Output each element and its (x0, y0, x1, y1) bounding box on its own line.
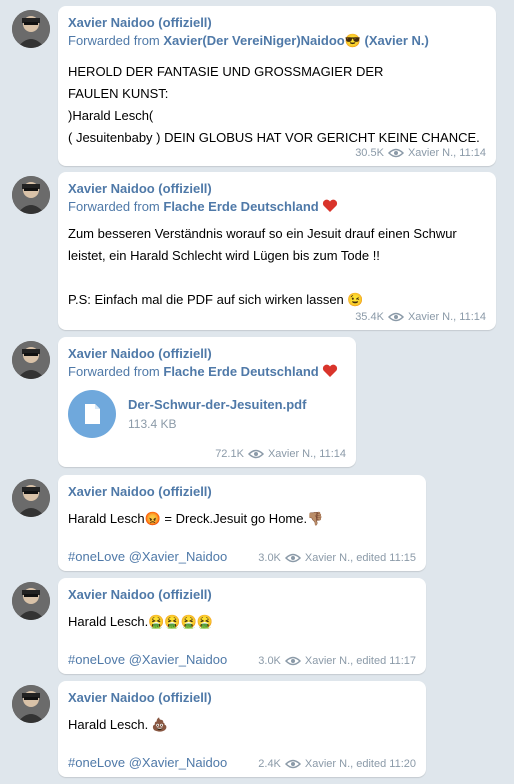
views-eye-icon (284, 553, 301, 563)
hashtags-link[interactable]: #oneLove @Xavier_Naidoo (68, 652, 227, 667)
forwarded-header: Forwarded from Flache Erde Deutschland (68, 362, 346, 382)
message-1: Xavier Naidoo (offiziell) Forwarded from… (0, 6, 514, 166)
view-count: 35.4K (355, 311, 384, 323)
forwarded-source-link[interactable]: Flache Erde Deutschland (163, 199, 318, 214)
forwarded-source-link[interactable]: Xavier(Der VereiNiger)Naidoo😎 (Xavier N.… (163, 33, 428, 48)
message-2: Xavier Naidoo (offiziell) Forwarded from… (0, 172, 514, 330)
heart-icon (323, 199, 338, 212)
file-name-link[interactable]: Der-Schwur-der-Jesuiten.pdf (128, 395, 306, 415)
message-bubble: Xavier Naidoo (offiziell) Harald Lesch. … (58, 681, 426, 777)
views-eye-icon (387, 148, 404, 158)
view-count: 72.1K (215, 448, 244, 460)
heart-icon (323, 364, 338, 377)
message-text: Harald Lesch.🤮🤮🤮🤮 (68, 614, 213, 629)
forwarded-prefix: Forwarded from (68, 199, 164, 214)
text-line: Zum besseren Verständnis worauf so ein J… (68, 226, 457, 241)
message-3: Xavier Naidoo (offiziell) Forwarded from… (0, 337, 514, 467)
views-eye-icon (387, 312, 404, 322)
file-attachment[interactable]: Der-Schwur-der-Jesuiten.pdf 113.4 KB (68, 390, 346, 438)
hashtags-link[interactable]: #oneLove @Xavier_Naidoo (68, 549, 227, 564)
message-text: Harald Lesch. 💩 (68, 717, 169, 732)
message-meta: 72.1K Xavier N., 11:14 (215, 448, 346, 460)
message-bubble: Xavier Naidoo (offiziell) Harald Lesch.🤮… (58, 578, 426, 674)
sender-name[interactable]: Xavier Naidoo (offiziell) (68, 689, 416, 706)
forwarded-prefix: Forwarded from (68, 33, 164, 48)
file-size: 113.4 KB (128, 417, 177, 431)
text-line: P.S: Einfach mal die PDF auf sich wirken… (68, 292, 364, 307)
text-line: FAULEN KUNST: (68, 86, 169, 101)
avatar[interactable] (12, 582, 50, 620)
document-icon[interactable] (68, 390, 116, 438)
message-bubble: Xavier Naidoo (offiziell) Forwarded from… (58, 337, 356, 467)
message-5: Xavier Naidoo (offiziell) Harald Lesch.🤮… (0, 578, 514, 674)
message-bubble: Xavier Naidoo (offiziell) Forwarded from… (58, 6, 496, 166)
avatar[interactable] (12, 479, 50, 517)
message-bubble: Xavier Naidoo (offiziell) Forwarded from… (58, 172, 496, 330)
message-4: Xavier Naidoo (offiziell) Harald Lesch😡 … (0, 475, 514, 571)
forwarded-header: Forwarded from Flache Erde Deutschland (68, 197, 486, 217)
views-eye-icon (284, 656, 301, 666)
sender-name[interactable]: Xavier Naidoo (offiziell) (68, 483, 416, 500)
view-count: 3.0K (258, 655, 281, 667)
avatar[interactable] (12, 10, 50, 48)
view-count: 3.0K (258, 552, 281, 564)
avatar[interactable] (12, 176, 50, 214)
message-meta: 30.5K Xavier N., 11:14 (355, 147, 486, 159)
forwarded-header: Forwarded from Xavier(Der VereiNiger)Nai… (68, 31, 486, 51)
message-6: Xavier Naidoo (offiziell) Harald Lesch. … (0, 681, 514, 777)
message-meta: 35.4K Xavier N., 11:14 (355, 311, 486, 323)
sender-name[interactable]: Xavier Naidoo (offiziell) (68, 180, 486, 197)
text-line: ( Jesuitenbaby ) DEIN GLOBUS HAT VOR GER… (68, 130, 480, 145)
author-time: Xavier N., edited 11:15 (304, 552, 416, 564)
author-time: Xavier N., 11:14 (267, 448, 346, 460)
author-time: Xavier N., edited 11:17 (304, 655, 416, 667)
text-line: leistet, ein Harald Schlecht wird Lügen … (68, 248, 380, 263)
message-bubble: Xavier Naidoo (offiziell) Harald Lesch😡 … (58, 475, 426, 571)
message-text: HEROLD DER FANTASIE UND GROSSMAGIER DER … (68, 61, 486, 149)
message-text: Zum besseren Verständnis worauf so ein J… (68, 223, 486, 311)
forwarded-prefix: Forwarded from (68, 364, 164, 379)
message-text: Harald Lesch😡 = Dreck.Jesuit go Home.👎🏽 (68, 511, 324, 526)
message-meta: 2.4K Xavier N., edited 11:20 (258, 758, 416, 770)
forwarded-source-link[interactable]: Flache Erde Deutschland (163, 364, 318, 379)
sender-name[interactable]: Xavier Naidoo (offiziell) (68, 345, 346, 362)
author-time: Xavier N., edited 11:20 (304, 758, 416, 770)
author-time: Xavier N., 11:14 (407, 311, 486, 323)
view-count: 30.5K (355, 147, 384, 159)
avatar[interactable] (12, 685, 50, 723)
view-count: 2.4K (258, 758, 281, 770)
text-line: )Harald Lesch( (68, 108, 154, 123)
author-time: Xavier N., 11:14 (407, 147, 486, 159)
sender-name[interactable]: Xavier Naidoo (offiziell) (68, 14, 486, 31)
views-eye-icon (284, 759, 301, 769)
message-meta: 3.0K Xavier N., edited 11:15 (258, 552, 416, 564)
hashtags-link[interactable]: #oneLove @Xavier_Naidoo (68, 755, 227, 770)
text-line: HEROLD DER FANTASIE UND GROSSMAGIER DER (68, 64, 384, 79)
text-line (68, 267, 486, 289)
avatar[interactable] (12, 341, 50, 379)
views-eye-icon (247, 449, 264, 459)
sender-name[interactable]: Xavier Naidoo (offiziell) (68, 586, 416, 603)
message-meta: 3.0K Xavier N., edited 11:17 (258, 655, 416, 667)
